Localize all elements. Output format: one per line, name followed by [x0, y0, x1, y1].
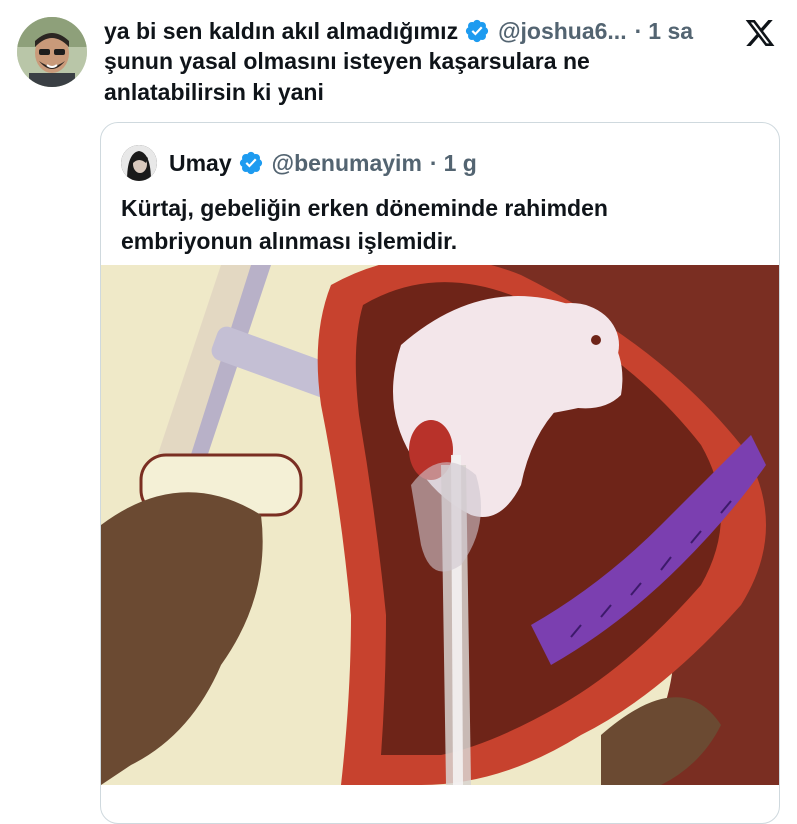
separator-dot: ·: [634, 17, 643, 44]
quoted-author-handle[interactable]: @benumayim: [272, 150, 422, 177]
quoted-separator-dot: ·: [429, 149, 438, 176]
quoted-tweet-header: Umay @benumayim · 1 g: [121, 145, 477, 181]
quoted-verified-badge-icon: [238, 150, 264, 176]
x-logo-icon[interactable]: [743, 17, 777, 49]
tweet-timestamp[interactable]: 1 sa: [648, 18, 693, 45]
quoted-author-avatar[interactable]: [121, 145, 157, 181]
quoted-tweet-media[interactable]: [101, 265, 779, 785]
verified-badge-icon: [464, 18, 490, 44]
avatar-image: [17, 17, 87, 87]
author-handle[interactable]: @joshua6...: [498, 18, 627, 45]
quoted-tweet-text: Kürtaj, gebeliğin erken döneminde rahimd…: [121, 195, 608, 254]
author-name[interactable]: ya bi sen kaldın akıl almadığımız: [104, 18, 458, 45]
tweet-text: şunun yasal olmasını isteyen kaşarsulara…: [104, 48, 590, 105]
quoted-author-name[interactable]: Umay: [169, 150, 232, 177]
quoted-tweet-card[interactable]: Umay @benumayim · 1 g Kürtaj, gebeliğin …: [100, 122, 780, 824]
medical-illustration-image: [101, 265, 779, 785]
quoted-tweet-timestamp[interactable]: 1 g: [444, 150, 477, 177]
tweet-header: ya bi sen kaldın akıl almadığımız @joshu…: [104, 14, 693, 48]
quoted-avatar-image: [121, 145, 157, 181]
author-avatar[interactable]: [17, 17, 87, 87]
